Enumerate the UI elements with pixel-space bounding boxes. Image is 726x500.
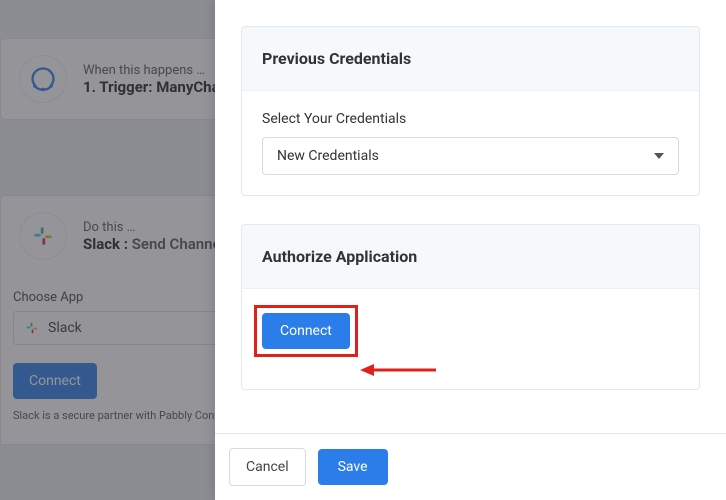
connect-button[interactable]: Connect xyxy=(262,313,350,349)
chevron-down-icon xyxy=(654,153,664,159)
previous-credentials-title: Previous Credentials xyxy=(242,27,699,91)
cancel-button[interactable]: Cancel xyxy=(229,448,306,486)
panel-footer: Cancel Save xyxy=(215,433,726,500)
select-credentials-label: Select Your Credentials xyxy=(262,111,679,127)
credentials-select-value: New Credentials xyxy=(277,148,379,164)
credentials-select[interactable]: New Credentials xyxy=(262,137,679,175)
previous-credentials-card: Previous Credentials Select Your Credent… xyxy=(241,26,700,196)
credentials-panel: Previous Credentials Select Your Credent… xyxy=(215,0,726,500)
authorize-application-title: Authorize Application xyxy=(242,225,699,289)
save-button[interactable]: Save xyxy=(318,449,388,485)
authorize-application-card: Authorize Application Connect xyxy=(241,224,700,390)
